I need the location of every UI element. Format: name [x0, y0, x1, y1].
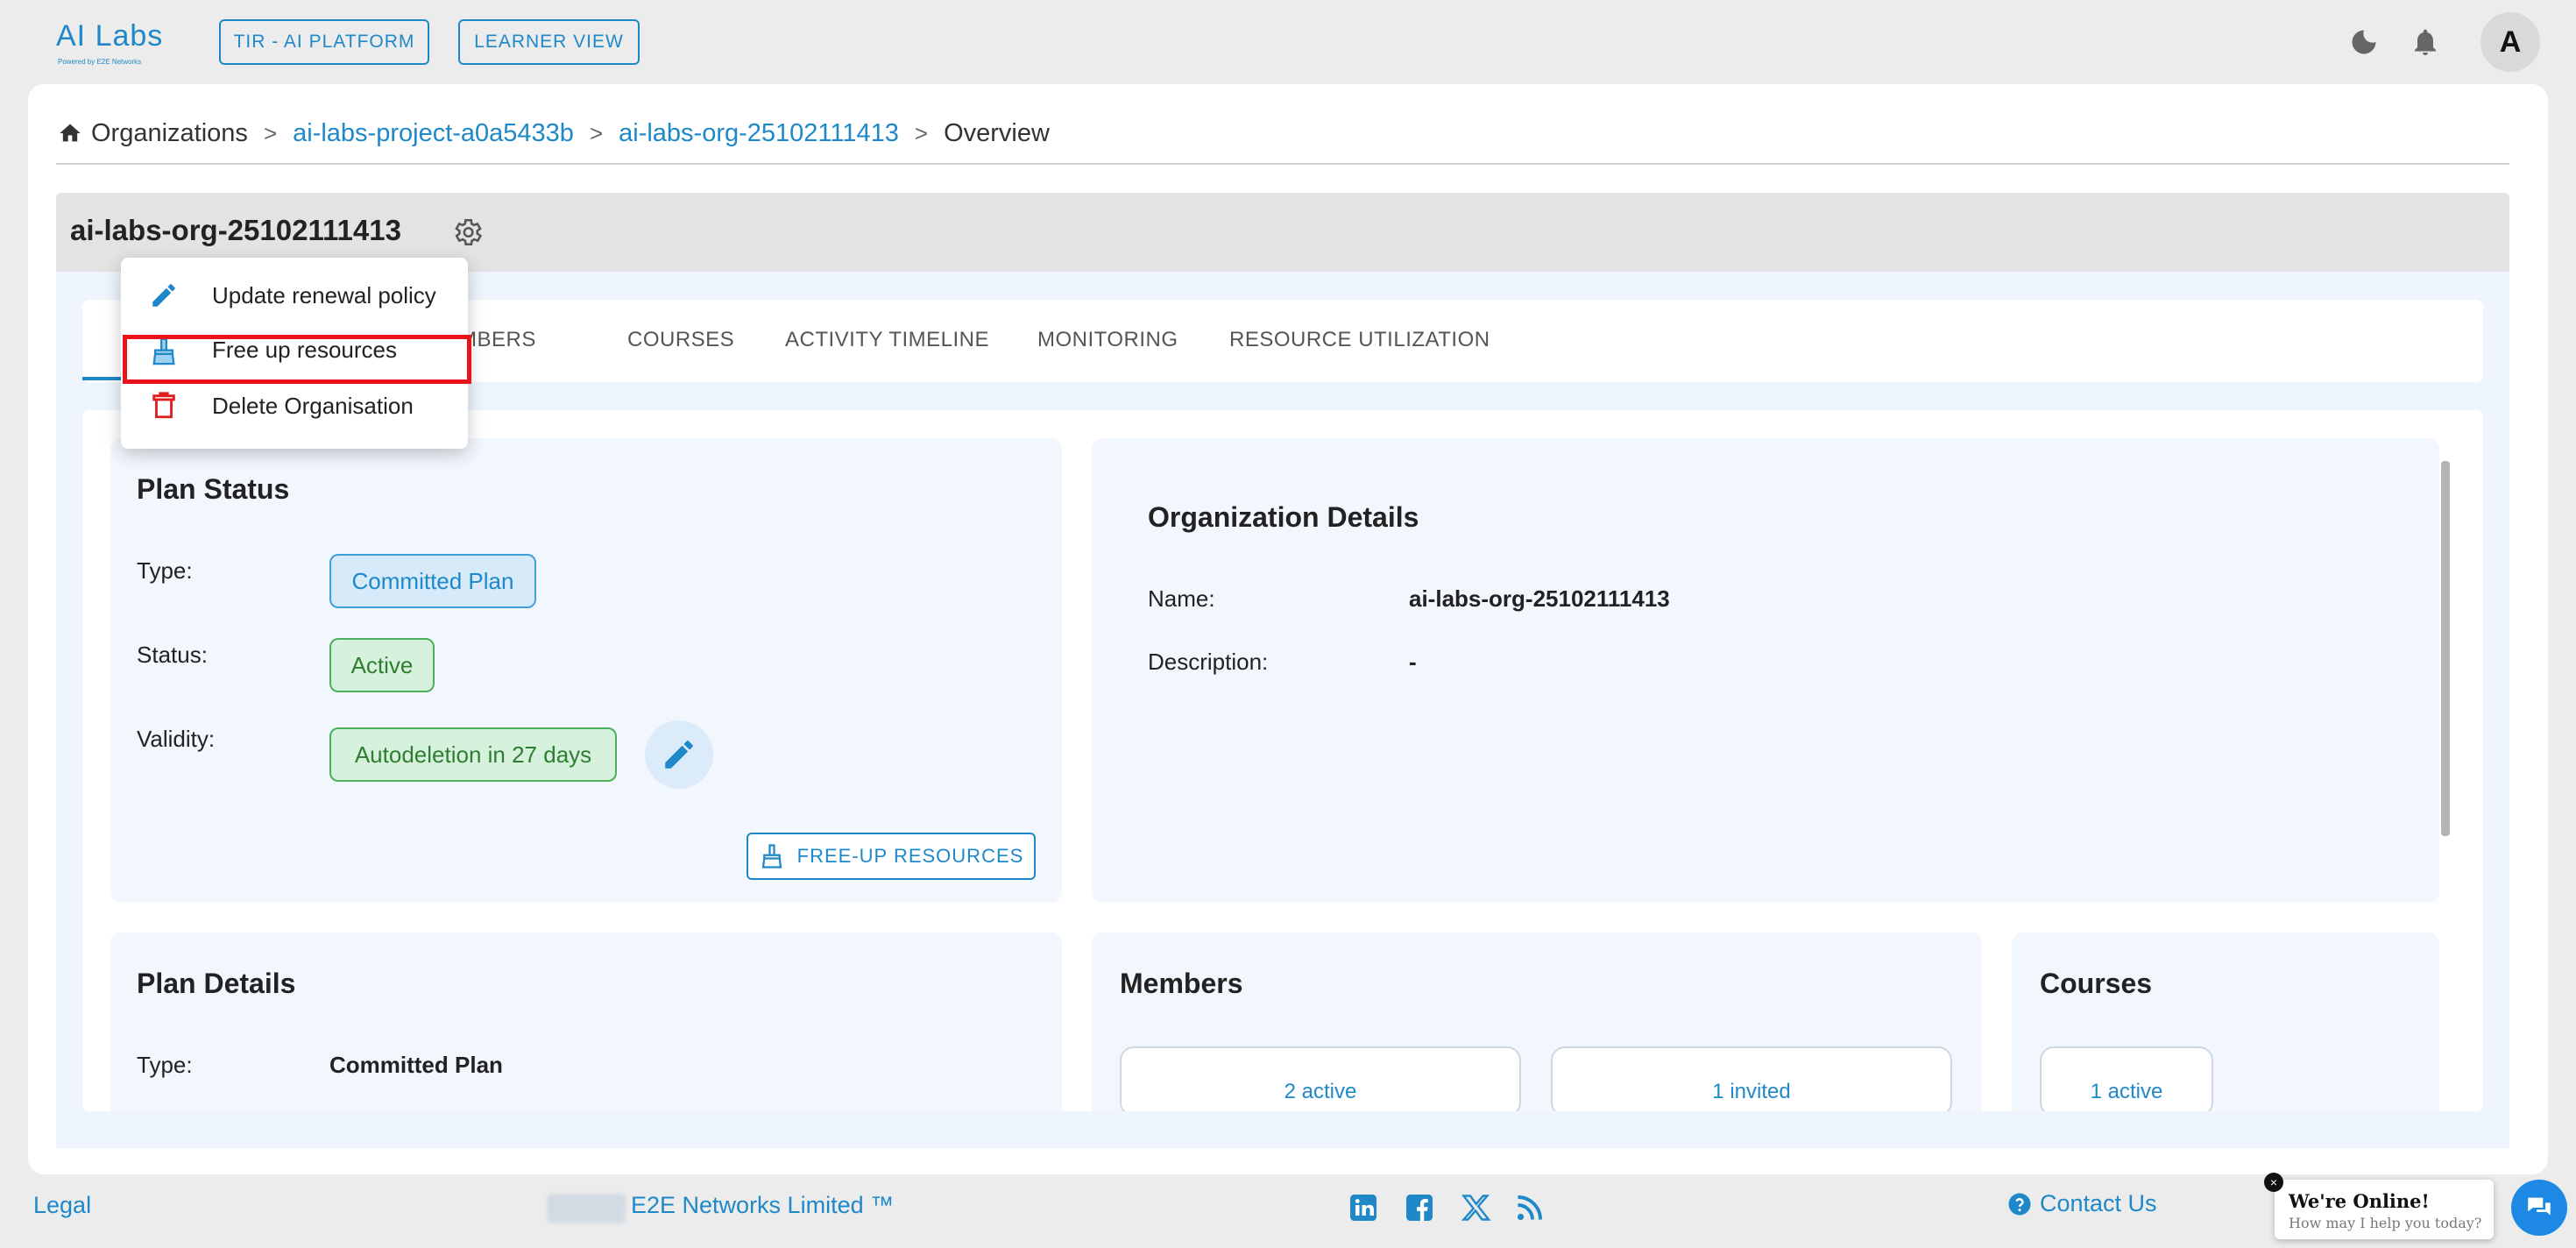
- menu-item-label: Update renewal policy: [212, 282, 436, 308]
- divider: [56, 163, 2509, 165]
- notification-bell-icon[interactable]: [2410, 26, 2441, 58]
- plan-status-title: Plan Status: [137, 473, 290, 505]
- overview-content: Plan Status Type: Committed Plan Status:…: [82, 410, 2483, 1111]
- chat-icon: [2528, 1197, 2551, 1216]
- pencil-icon: [665, 741, 693, 769]
- chat-title: We're Online!: [2289, 1190, 2430, 1212]
- active-courses-card[interactable]: 1 active: [2040, 1046, 2213, 1111]
- members-panel: Members 2 active 1 invited: [1092, 932, 1982, 1111]
- org-details-title: Organization Details: [1148, 501, 1419, 533]
- gear-icon[interactable]: [450, 216, 484, 249]
- free-up-resources-label: FREE-UP RESOURCES: [796, 845, 1024, 867]
- chat-close-icon[interactable]: ×: [2264, 1173, 2283, 1192]
- contact-us-label: Contact Us: [2040, 1190, 2157, 1216]
- linkedin-icon[interactable]: [1348, 1192, 1379, 1223]
- breadcrumb-separator: >: [589, 119, 604, 146]
- invited-members-card[interactable]: 1 invited: [1551, 1046, 1952, 1111]
- company-name[interactable]: E2E Networks Limited ™: [631, 1192, 894, 1219]
- name-label: Name:: [1148, 585, 1215, 612]
- tab-activity-timeline[interactable]: ACTIVITY TIMELINE: [785, 328, 989, 352]
- org-title: ai-labs-org-25102111413: [70, 214, 401, 246]
- details-scrollbar[interactable]: [2441, 461, 2450, 836]
- courses-panel: Courses 1 active: [2012, 932, 2439, 1111]
- tir-platform-button[interactable]: TIR - AI PLATFORM: [219, 19, 429, 65]
- dark-mode-icon[interactable]: [2348, 26, 2380, 58]
- plan-details-panel: Plan Details Type: Committed Plan: [110, 932, 1062, 1111]
- menu-item-label: Delete Organisation: [212, 393, 414, 419]
- ai-labs-logo[interactable]: AI Labs Powered by E2E Networks: [56, 18, 170, 70]
- contact-us-link[interactable]: Contact Us: [2006, 1190, 2157, 1217]
- plan-status-panel: Plan Status Type: Committed Plan Status:…: [110, 438, 1062, 903]
- chat-launcher-button[interactable]: [2511, 1180, 2567, 1236]
- organization-details-panel: Organization Details Name: ai-labs-org-2…: [1092, 438, 2450, 903]
- edit-validity-button[interactable]: [645, 720, 713, 789]
- breadcrumb-org[interactable]: ai-labs-org-25102111413: [619, 119, 899, 148]
- main-card: Organizations > ai-labs-project-a0a5433b…: [28, 84, 2548, 1174]
- status-label: Status:: [137, 642, 208, 668]
- menu-item-delete-organisation[interactable]: Delete Organisation: [121, 379, 468, 433]
- tab-courses[interactable]: COURSES: [627, 328, 734, 352]
- logo-subtitle: Powered by E2E Networks: [58, 58, 142, 66]
- user-avatar[interactable]: A: [2480, 12, 2540, 72]
- breadcrumb-separator: >: [263, 119, 278, 146]
- pencil-icon: [152, 284, 175, 307]
- tab-monitoring[interactable]: MONITORING: [1037, 328, 1178, 352]
- tab-resource-utilization[interactable]: RESOURCE UTILIZATION: [1229, 328, 1490, 352]
- chat-subtitle: How may I help you today?: [2289, 1215, 2482, 1231]
- company-logo: [547, 1194, 626, 1223]
- chat-bubble[interactable]: We're Online! How may I help you today?: [2275, 1180, 2494, 1239]
- plan-type-label: Type:: [137, 1052, 193, 1078]
- home-icon: [60, 124, 81, 142]
- breadcrumb-separator: >: [914, 119, 929, 146]
- plan-type-badge: Committed Plan: [329, 554, 536, 608]
- x-twitter-icon[interactable]: [1460, 1192, 1491, 1223]
- menu-item-update-renewal-policy[interactable]: Update renewal policy: [121, 268, 468, 323]
- courses-title: Courses: [2040, 968, 2153, 999]
- trash-icon: [152, 392, 175, 419]
- breadcrumb-project[interactable]: ai-labs-project-a0a5433b: [293, 119, 574, 148]
- validity-label: Validity:: [137, 726, 216, 752]
- validity-badge: Autodeletion in 27 days: [329, 727, 617, 782]
- help-icon: [2008, 1193, 2031, 1215]
- rss-icon[interactable]: [1514, 1192, 1546, 1223]
- legal-link[interactable]: Legal: [33, 1192, 91, 1219]
- free-up-resources-button[interactable]: FREE-UP RESOURCES: [747, 833, 1036, 880]
- members-title: Members: [1120, 968, 1243, 999]
- type-label: Type:: [137, 557, 193, 584]
- logo-text: AI Labs: [56, 19, 164, 53]
- top-bar: AI Labs Powered by E2E Networks TIR - AI…: [0, 0, 2576, 84]
- active-members-card[interactable]: 2 active: [1120, 1046, 1521, 1111]
- status-badge: Active: [329, 638, 435, 692]
- facebook-icon[interactable]: [1404, 1192, 1435, 1223]
- description-value: -: [1409, 649, 1417, 675]
- plan-details-title: Plan Details: [137, 968, 296, 999]
- description-label: Description:: [1148, 649, 1269, 675]
- active-courses-count: 1 active: [2090, 1080, 2163, 1103]
- breadcrumb: Organizations > ai-labs-project-a0a5433b…: [58, 116, 1050, 151]
- learner-view-button[interactable]: LEARNER VIEW: [458, 19, 640, 65]
- footer: Legal E2E Networks Limited ™ Contact Us: [0, 1174, 2576, 1248]
- breadcrumb-current: Overview: [944, 118, 1050, 147]
- broom-icon: [761, 844, 782, 869]
- org-name-value: ai-labs-org-25102111413: [1409, 585, 1670, 612]
- breadcrumb-organizations[interactable]: Organizations: [91, 119, 248, 148]
- plan-type-value: Committed Plan: [329, 1052, 503, 1078]
- highlight-annotation: [123, 335, 471, 384]
- active-members-count: 2 active: [1284, 1080, 1357, 1103]
- invited-members-count: 1 invited: [1712, 1080, 1791, 1103]
